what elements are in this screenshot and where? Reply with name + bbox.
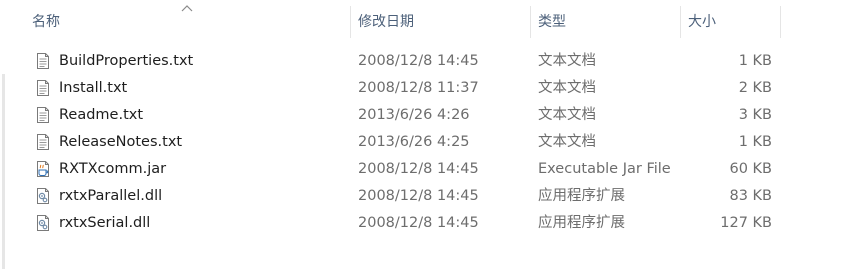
text-file-icon — [34, 133, 52, 151]
file-modified-date: 2013/6/26 4:26 — [358, 107, 470, 123]
column-header-name[interactable]: 名称 — [32, 0, 348, 40]
navigation-pane-edge — [2, 74, 5, 269]
file-type: 文本文档 — [538, 134, 596, 150]
file-modified-date: 2008/12/8 14:45 — [358, 53, 479, 69]
file-name: Install.txt — [59, 80, 128, 96]
file-size: 83 KB — [729, 188, 772, 204]
file-type: Executable Jar File — [538, 161, 671, 177]
file-type: 应用程序扩展 — [538, 188, 625, 204]
text-file-icon — [34, 52, 52, 70]
file-row[interactable]: RXTXcomm.jar 2008/12/8 14:45 Executable Ja… — [22, 156, 782, 182]
column-header-size[interactable]: 大小 — [688, 0, 778, 40]
column-divider[interactable] — [350, 6, 351, 38]
dll-file-icon — [34, 214, 52, 232]
file-type: 应用程序扩展 — [538, 215, 625, 231]
file-size: 60 KB — [729, 161, 772, 177]
file-size: 1 KB — [738, 53, 772, 69]
file-name: ReleaseNotes.txt — [59, 134, 183, 150]
file-name: rxtxParallel.dll — [59, 188, 163, 204]
file-modified-date: 2008/12/8 11:37 — [358, 80, 479, 96]
text-file-icon — [34, 106, 52, 124]
file-row[interactable]: Install.txt 2008/12/8 11:37 文本文档 2 KB — [22, 75, 782, 101]
file-name: BuildProperties.txt — [59, 53, 194, 69]
file-size: 127 KB — [720, 215, 772, 231]
file-row[interactable]: BuildProperties.txt 2008/12/8 14:45 文本文档 1 … — [22, 48, 782, 74]
file-size: 2 KB — [738, 80, 772, 96]
column-header-modified[interactable]: 修改日期 — [358, 0, 528, 40]
file-row[interactable]: Readme.txt 2013/6/26 4:26 文本文档 3 KB — [22, 102, 782, 128]
file-size: 3 KB — [738, 107, 772, 123]
file-modified-date: 2008/12/8 14:45 — [358, 188, 479, 204]
file-row[interactable]: rxtxParallel.dll 2008/12/8 14:45 应用程序扩展 83 … — [22, 183, 782, 209]
left-scroll-gutter — [0, 0, 8, 269]
column-header-type[interactable]: 类型 — [538, 0, 678, 40]
file-type: 文本文档 — [538, 107, 596, 123]
file-type: 文本文档 — [538, 53, 596, 69]
column-divider[interactable] — [680, 6, 681, 38]
jar-file-icon — [34, 160, 52, 178]
file-row[interactable]: rxtxSerial.dll 2008/12/8 14:45 应用程序扩展 127 K… — [22, 210, 782, 236]
file-modified-date: 2013/6/26 4:25 — [358, 134, 470, 150]
file-modified-date: 2008/12/8 14:45 — [358, 215, 479, 231]
file-modified-date: 2008/12/8 14:45 — [358, 161, 479, 177]
column-header-bar: 名称 修改日期 类型 大小 — [0, 0, 861, 40]
file-name: rxtxSerial.dll — [59, 215, 151, 231]
column-divider[interactable] — [530, 6, 531, 38]
file-row[interactable]: ReleaseNotes.txt 2013/6/26 4:25 文本文档 1 KB — [22, 129, 782, 155]
text-file-icon — [34, 79, 52, 97]
file-size: 1 KB — [738, 134, 772, 150]
column-divider[interactable] — [780, 6, 781, 38]
file-name: RXTXcomm.jar — [59, 161, 167, 177]
file-name: Readme.txt — [59, 107, 144, 123]
file-type: 文本文档 — [538, 80, 596, 96]
dll-file-icon — [34, 187, 52, 205]
